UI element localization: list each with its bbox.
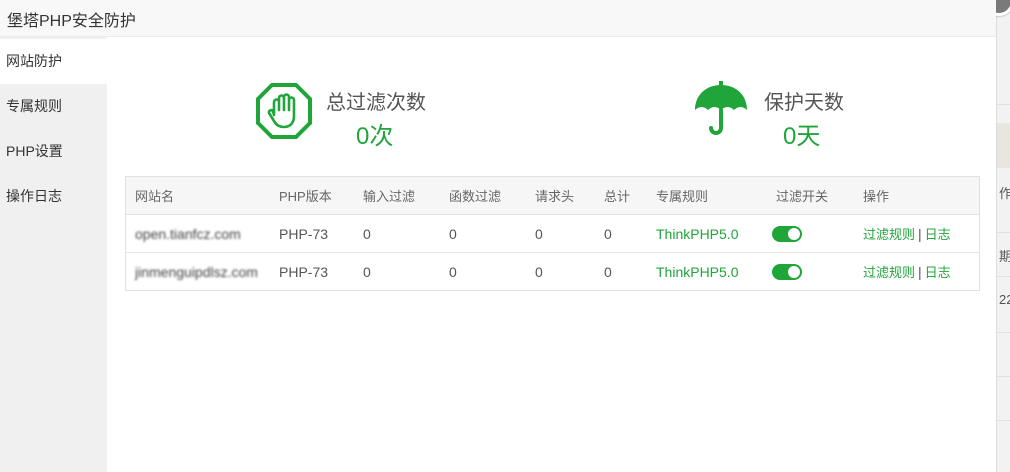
column-header-php-version: PHP版本 xyxy=(270,177,354,215)
total-count: 0 xyxy=(595,214,647,253)
protect-days-label: 保护天数 xyxy=(764,92,844,114)
bg-divider xyxy=(997,232,1010,233)
column-header-site: 网站名 xyxy=(126,177,270,215)
dialog-title-bar[interactable]: 堡塔PHP安全防护 xyxy=(0,0,996,37)
action-separator: | xyxy=(918,226,922,242)
hand-stop-icon xyxy=(256,83,312,139)
request-header-count: 0 xyxy=(526,214,595,253)
sidebar-item-exclusive-rules[interactable]: 专属规则 xyxy=(0,84,107,129)
dialog-title: 堡塔PHP安全防护 xyxy=(7,13,136,30)
site-name: open.tianfcz.com xyxy=(135,225,241,242)
sidebar-item-php-settings[interactable]: PHP设置 xyxy=(0,129,107,174)
umbrella-icon xyxy=(695,81,747,135)
column-header-request-header: 请求头 xyxy=(526,177,595,215)
exclusive-rule-link[interactable]: ThinkPHP5.0 xyxy=(656,226,738,242)
filter-rules-link[interactable]: 过滤规则 xyxy=(863,265,915,280)
request-header-count: 0 xyxy=(535,263,543,280)
input-filter-count: 0 xyxy=(354,214,440,253)
sidebar: 网站防护 专属规则 PHP设置 操作日志 xyxy=(0,37,107,472)
sidebar-item-site-protection[interactable]: 网站防护 xyxy=(0,39,107,84)
log-link[interactable]: 日志 xyxy=(925,227,951,242)
column-header-filter-switch: 过滤开关 xyxy=(767,177,854,215)
column-header-total: 总计 xyxy=(595,177,647,215)
bg-text-fragment: 期 xyxy=(999,249,1010,264)
function-filter-count: 0 xyxy=(440,214,526,253)
bg-text-fragment: 作 xyxy=(999,186,1010,201)
total-count: 0 xyxy=(604,263,612,280)
bg-divider xyxy=(997,332,1010,333)
php-version: PHP-73 xyxy=(270,214,354,253)
total-filter-value: 0次 xyxy=(356,123,394,150)
table-row: open.tianfcz.com PHP-73 0 0 0 0 ThinkPHP… xyxy=(126,214,979,253)
table-header-row: 网站名 PHP版本 输入过滤 函数过滤 请求头 总计 专属规则 过滤开关 操作 xyxy=(126,177,979,215)
php-version: PHP-73 xyxy=(279,263,329,280)
bg-divider xyxy=(997,420,1010,421)
bg-divider xyxy=(997,376,1010,377)
column-header-exclusive-rule: 专属规则 xyxy=(647,177,767,215)
filter-switch-toggle[interactable] xyxy=(772,264,802,281)
filter-switch-toggle[interactable] xyxy=(772,226,802,243)
site-name: jinmenguipdlsz.com xyxy=(135,263,258,280)
column-header-function-filter: 函数过滤 xyxy=(440,177,526,215)
site-table: 网站名 PHP版本 输入过滤 函数过滤 请求头 总计 专属规则 过滤开关 操作 … xyxy=(125,176,980,291)
function-filter-count: 0 xyxy=(449,263,457,280)
sidebar-item-operation-log[interactable]: 操作日志 xyxy=(0,174,107,219)
column-header-input-filter: 输入过滤 xyxy=(354,177,440,215)
total-filter-label: 总过滤次数 xyxy=(326,92,426,114)
protect-days-value: 0天 xyxy=(783,123,821,150)
php-security-dialog: 堡塔PHP安全防护 网站防护 专属规则 PHP设置 操作日志 总过滤次数 0次 … xyxy=(0,0,996,472)
column-header-actions: 操作 xyxy=(854,177,979,215)
input-filter-count: 0 xyxy=(363,263,371,280)
bg-divider xyxy=(997,276,1010,277)
bg-header-block xyxy=(997,123,1010,168)
toggle-knob xyxy=(788,228,800,241)
bg-divider xyxy=(997,104,1010,105)
filter-rules-link[interactable]: 过滤规则 xyxy=(863,227,915,242)
exclusive-rule-link[interactable]: ThinkPHP5.0 xyxy=(656,264,738,280)
table-row: jinmenguipdlsz.com PHP-73 0 0 0 0 ThinkP… xyxy=(126,253,979,291)
log-link[interactable]: 日志 xyxy=(925,265,951,280)
toggle-knob xyxy=(788,266,800,279)
background-page: 作 期 22 xyxy=(996,0,1010,472)
action-separator: | xyxy=(918,264,922,280)
bg-text-fragment: 22 xyxy=(999,292,1010,307)
